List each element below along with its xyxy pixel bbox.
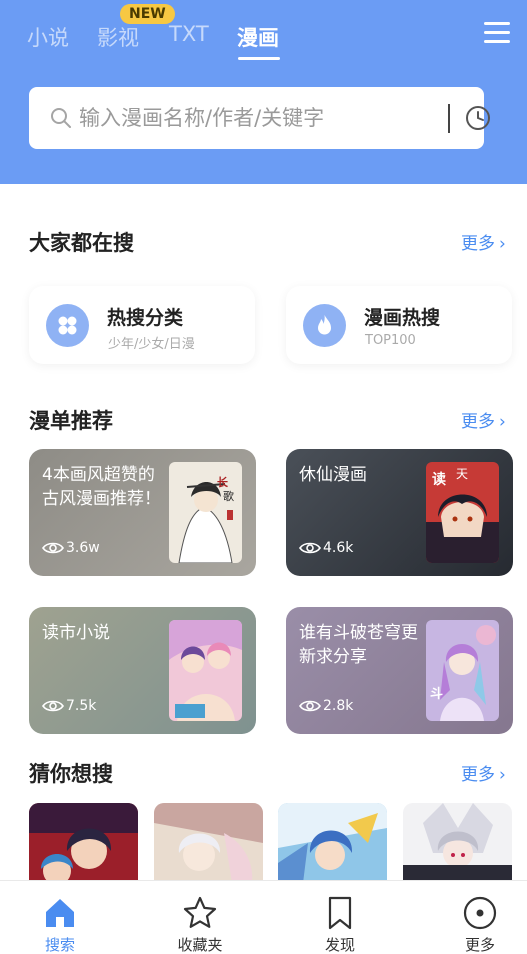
nav-more[interactable]: 更多 (440, 881, 520, 954)
nav-discover-label: 发现 (324, 936, 355, 954)
eye-icon (299, 700, 321, 712)
guess-section-title: 猜你想搜 (29, 762, 113, 786)
tab-video[interactable]: 影视 (97, 22, 139, 52)
comic-hot-title: 漫画热搜 (364, 307, 441, 329)
recommend-card[interactable]: 谁有斗破苍穹更新求分享 2.8k 斗 (286, 607, 513, 734)
recommend-card[interactable]: 读市小说 7.5k (29, 607, 256, 734)
hot-category-card[interactable]: 热搜分类 少年/少女/日漫 (29, 286, 255, 364)
recommend-card[interactable]: 休仙漫画 4.6k 读 天 (286, 449, 513, 576)
view-count: 4.6k (299, 540, 353, 556)
view-count: 7.5k (42, 698, 96, 714)
eye-icon (42, 542, 64, 554)
search-divider (448, 104, 450, 133)
guess-comic-cover[interactable] (278, 803, 387, 880)
tab-comic-label: 漫画 (237, 26, 279, 50)
chevron-right-icon: › (499, 765, 506, 785)
grid-icon (46, 304, 89, 347)
popular-more-label: 更多 (461, 234, 495, 254)
nav-more-label: 更多 (464, 936, 495, 954)
nav-favorites-label: 收藏夹 (177, 936, 223, 954)
eye-icon (299, 542, 321, 554)
comic-cover-image (169, 620, 242, 721)
search-icon (51, 108, 71, 128)
guess-more-link[interactable]: 更多 › (461, 760, 506, 785)
view-count: 2.8k (299, 698, 353, 714)
view-count-value: 2.8k (323, 698, 354, 714)
view-count-value: 4.6k (323, 540, 354, 556)
view-count-value: 3.6w (66, 540, 100, 556)
comic-cover-image: 长 歌 (169, 462, 242, 563)
tab-txt[interactable]: TXT (169, 22, 209, 46)
nav-search-label: 搜索 (44, 936, 75, 954)
star-icon (183, 896, 217, 928)
comic-hot-sub: TOP100 (365, 333, 416, 348)
recommend-more-label: 更多 (461, 412, 495, 432)
recommend-card-title: 读市小说 (42, 623, 110, 643)
recommend-card-title: 4本画风超赞的古风漫画推荐！ (42, 465, 161, 509)
history-clock-icon[interactable] (465, 105, 491, 131)
view-count: 3.6w (42, 540, 100, 556)
popular-more-link[interactable]: 更多 › (461, 229, 506, 254)
svg-text:斗: 斗 (430, 687, 443, 702)
svg-text:读: 读 (432, 471, 446, 488)
bookmark-icon (328, 896, 352, 930)
comic-hot-card[interactable]: 漫画热搜 TOP100 (286, 286, 512, 364)
search-input[interactable] (79, 101, 439, 135)
search-bar (29, 87, 490, 149)
svg-text:长: 长 (217, 475, 229, 489)
nav-search[interactable]: 搜索 (20, 881, 100, 954)
guess-comic-cover[interactable] (29, 803, 138, 880)
recommend-section-title: 漫单推荐 (29, 409, 113, 433)
tab-comic[interactable]: 漫画 (237, 22, 280, 60)
flame-icon (303, 304, 346, 347)
svg-text:天: 天 (456, 467, 468, 481)
eye-icon (42, 700, 64, 712)
guess-comic-cover[interactable] (403, 803, 512, 880)
nav-favorites[interactable]: 收藏夹 (160, 881, 240, 954)
comic-cover-image: 斗 (426, 620, 499, 721)
nav-discover[interactable]: 发现 (300, 881, 380, 954)
guess-more-label: 更多 (461, 765, 495, 785)
popular-section-title: 大家都在搜 (29, 231, 134, 255)
more-circle-icon (463, 896, 497, 930)
main-content: 大家都在搜 更多 › 热搜分类 少年/少女/日漫 漫画热搜 TOP100 漫单推荐… (0, 184, 527, 880)
guess-comic-cover[interactable] (154, 803, 263, 880)
active-tab-underline (238, 57, 280, 60)
tab-novel[interactable]: 小说 (27, 22, 69, 52)
svg-text:歌: 歌 (223, 489, 234, 503)
chevron-right-icon: › (499, 234, 506, 254)
chevron-right-icon: › (499, 412, 506, 432)
bottom-nav: 搜索 收藏夹 发现 更多 (0, 880, 527, 954)
menu-icon[interactable] (484, 22, 510, 44)
home-icon (46, 899, 74, 927)
header: 小说 影视 NEW TXT 漫画 (0, 0, 527, 184)
comic-cover-image: 读 天 (426, 462, 499, 563)
recommend-more-link[interactable]: 更多 › (461, 407, 506, 432)
recommend-card-title: 休仙漫画 (299, 465, 367, 485)
hot-category-sub: 少年/少女/日漫 (108, 337, 195, 352)
new-badge: NEW (120, 4, 175, 24)
recommend-card[interactable]: 4本画风超赞的古风漫画推荐！ 3.6w 长 歌 (29, 449, 256, 576)
recommend-card-title: 谁有斗破苍穹更新求分享 (299, 623, 418, 667)
hot-category-title: 热搜分类 (107, 307, 184, 329)
view-count-value: 7.5k (66, 698, 97, 714)
